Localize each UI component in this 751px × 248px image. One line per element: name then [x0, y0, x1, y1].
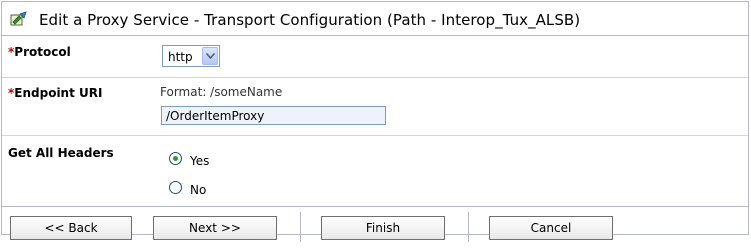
radio-no[interactable] [169, 181, 182, 194]
edit-document-icon [10, 11, 28, 27]
protocol-label-text: Protocol [14, 45, 71, 59]
radio-yes[interactable] [169, 152, 182, 165]
get-all-headers-row: Get All Headers Yes No [2, 136, 748, 207]
button-divider [300, 212, 301, 242]
endpoint-label: *Endpoint URI [8, 86, 102, 100]
chevron-down-icon[interactable] [202, 47, 218, 65]
endpoint-uri-input[interactable] [161, 106, 386, 125]
protocol-select-value: http [168, 50, 193, 64]
radio-no-label[interactable]: No [190, 183, 206, 197]
radio-yes-label[interactable]: Yes [190, 154, 209, 168]
page-title: Edit a Proxy Service - Transport Configu… [39, 11, 581, 29]
endpoint-row: *Endpoint URI Format: /someName [2, 78, 748, 136]
next-button[interactable]: Next >> [153, 216, 277, 240]
finish-button[interactable]: Finish [321, 216, 445, 240]
cancel-button[interactable]: Cancel [489, 216, 613, 240]
transport-config-panel: Edit a Proxy Service - Transport Configu… [1, 1, 749, 242]
get-all-headers-label: Get All Headers [8, 146, 114, 160]
panel-header: Edit a Proxy Service - Transport Configu… [2, 2, 748, 36]
protocol-select[interactable]: http [162, 45, 220, 67]
back-button[interactable]: << Back [10, 216, 132, 240]
endpoint-format-hint: Format: /someName [160, 85, 283, 99]
button-divider [468, 212, 469, 242]
endpoint-label-text: Endpoint URI [14, 86, 103, 100]
protocol-label: *Protocol [8, 45, 71, 59]
protocol-row: *Protocol http [2, 37, 748, 78]
